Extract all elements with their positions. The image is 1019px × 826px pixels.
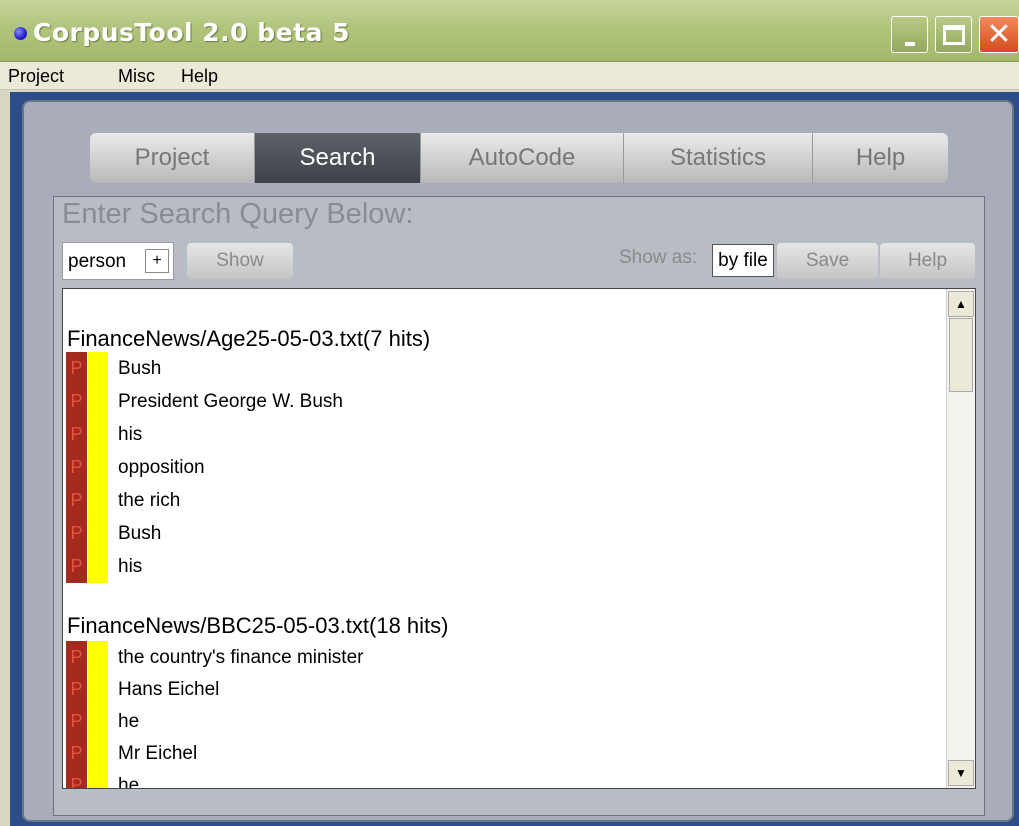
maximize-icon [942,24,965,45]
title-bar[interactable]: CorpusTool 2.0 beta 5 ✕ [0,0,1019,62]
coding-marker: P [66,550,87,583]
coding-marker: P [66,418,87,451]
minimize-icon [904,41,915,46]
tab-help[interactable]: Help [813,133,948,183]
app-icon [14,27,27,40]
maximize-button[interactable] [935,16,972,53]
hit-text: opposition [118,457,205,478]
coding-marker: P [66,769,87,788]
highlight-marker [88,484,108,517]
arrow-down-icon: ▼ [955,766,967,780]
highlight-marker [88,517,108,550]
close-icon: ✕ [986,18,1012,51]
coding-marker: P [66,737,87,770]
highlight-marker [88,451,108,484]
coding-marker: P [66,517,87,550]
add-query-button[interactable]: + [145,249,169,273]
arrow-up-icon: ▲ [955,297,967,311]
coding-marker: P [66,484,87,517]
hit-row[interactable]: Phis [66,550,926,583]
coding-marker: P [66,641,87,674]
scroll-up-button[interactable]: ▲ [948,291,974,317]
hit-text: his [118,424,143,445]
hit-text: he [118,775,140,788]
menu-bar: Project Misc Help [0,62,1019,90]
result-file-header: FinanceNews/BBC25-05-03.txt(18 hits) [67,613,449,638]
tab-bar: Project Search AutoCode Statistics Help [90,133,948,183]
hit-text: the rich [118,490,181,511]
hit-row[interactable]: Popposition [66,451,926,484]
hit-row[interactable]: P Bush [66,517,926,550]
coding-marker: P [66,673,87,706]
show-as-select[interactable]: by file [712,244,774,277]
coding-marker: P [66,451,87,484]
highlight-marker [88,550,108,583]
coding-marker: P [66,705,87,738]
hit-text: Bush [118,358,162,379]
hit-row[interactable]: Phe [66,705,926,738]
highlight-marker [88,769,108,788]
scroll-down-button[interactable]: ▼ [948,760,974,786]
app-window: CorpusTool 2.0 beta 5 ✕ Project Misc Hel… [0,0,1019,826]
menu-help[interactable]: Help [181,66,218,87]
menu-misc[interactable]: Misc [118,66,155,87]
hit-row[interactable]: Phe [66,769,926,788]
show-as-label: Show as: [619,247,698,268]
hit-text: Hans Eichel [118,679,220,700]
tab-autocode[interactable]: AutoCode [421,133,624,183]
hit-row[interactable]: Phis [66,418,926,451]
search-help-button[interactable]: Help [880,243,975,279]
highlight-marker [88,705,108,738]
coding-marker: P [66,385,87,418]
hit-row[interactable]: P Bush [66,352,926,385]
tab-statistics[interactable]: Statistics [624,133,813,183]
show-button[interactable]: Show [187,243,293,279]
highlight-marker [88,385,108,418]
highlight-marker [88,418,108,451]
hit-row[interactable]: P President George W. Bush [66,385,926,418]
window-title: CorpusTool 2.0 beta 5 [33,18,351,47]
hit-row[interactable]: P Hans Eichel [66,673,926,706]
tab-search[interactable]: Search [255,133,421,183]
hit-text: President George W. Bush [118,391,343,412]
query-value[interactable]: person [68,251,126,273]
highlight-marker [88,352,108,385]
result-file-header: FinanceNews/Age25-05-03.txt(7 hits) [67,326,431,351]
highlight-marker [88,673,108,706]
hit-text: he [118,711,140,732]
save-button[interactable]: Save [777,243,878,279]
menu-project[interactable]: Project [8,66,64,87]
hit-row[interactable]: P Mr Eichel [66,737,926,770]
hit-row[interactable]: Pthe rich [66,484,926,517]
minimize-button[interactable] [891,16,928,53]
hit-row[interactable]: Pthe country's finance minister [66,641,926,674]
tab-project[interactable]: Project [90,133,255,183]
hit-text: the country's finance minister [118,647,364,668]
hit-text: Mr Eichel [118,743,198,764]
scroll-thumb[interactable] [949,318,973,392]
highlight-marker [88,737,108,770]
close-button[interactable]: ✕ [979,16,1019,53]
hit-text: his [118,556,143,577]
coding-marker: P [66,352,87,385]
highlight-marker [88,641,108,674]
search-heading: Enter Search Query Below: [62,198,414,230]
hit-text: Bush [118,523,162,544]
